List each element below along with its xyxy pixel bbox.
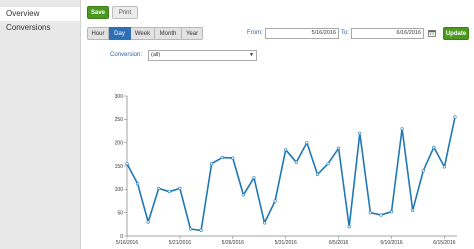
data-point	[305, 141, 309, 145]
x-tick-label: 6/5/2016	[329, 240, 349, 246]
data-point	[135, 182, 140, 186]
data-point	[368, 211, 372, 215]
data-point	[178, 186, 182, 190]
data-point	[284, 148, 288, 152]
data-point	[432, 145, 436, 149]
y-tick-label: 200	[115, 140, 124, 146]
x-tick-label: 5/21/2016	[169, 240, 191, 246]
y-tick-label: 0	[120, 234, 123, 240]
data-point	[273, 199, 277, 203]
data-point	[453, 115, 457, 119]
data-point	[337, 146, 341, 150]
data-point	[241, 193, 245, 197]
data-point	[358, 131, 362, 135]
data-point	[421, 169, 425, 173]
data-point	[411, 208, 415, 212]
data-point	[442, 165, 447, 169]
y-tick-label: 50	[117, 210, 123, 216]
data-point	[199, 228, 203, 232]
x-tick-label: 6/10/2016	[380, 240, 402, 246]
data-point	[157, 186, 161, 190]
data-point	[315, 172, 320, 176]
series-line	[126, 116, 456, 232]
x-tick-label: 6/15/2016	[433, 240, 455, 246]
y-tick-label: 300	[115, 94, 124, 100]
data-point	[262, 221, 267, 225]
data-point	[146, 220, 150, 224]
data-point	[167, 190, 171, 194]
data-point	[347, 225, 351, 229]
data-point	[389, 210, 394, 214]
x-tick-label: 5/26/2016	[222, 240, 244, 246]
x-tick-label: 5/16/2016	[116, 240, 138, 246]
y-tick-label: 250	[115, 117, 124, 123]
data-point	[379, 213, 383, 217]
data-point	[210, 162, 214, 166]
data-point	[400, 127, 404, 131]
data-point	[125, 162, 129, 166]
y-tick-label: 100	[115, 187, 124, 193]
data-point	[294, 160, 298, 164]
data-point	[252, 176, 256, 180]
data-point	[326, 162, 330, 166]
conversions-line-chart: 0 50 100 150 200 250 300 5/16/2016 5/21/2016 5/26…	[115, 94, 457, 246]
y-tick-label: 150	[115, 164, 124, 170]
data-point	[188, 227, 193, 231]
data-point	[231, 156, 235, 160]
x-tick-label: 5/31/2016	[275, 240, 297, 246]
data-point	[220, 156, 224, 160]
